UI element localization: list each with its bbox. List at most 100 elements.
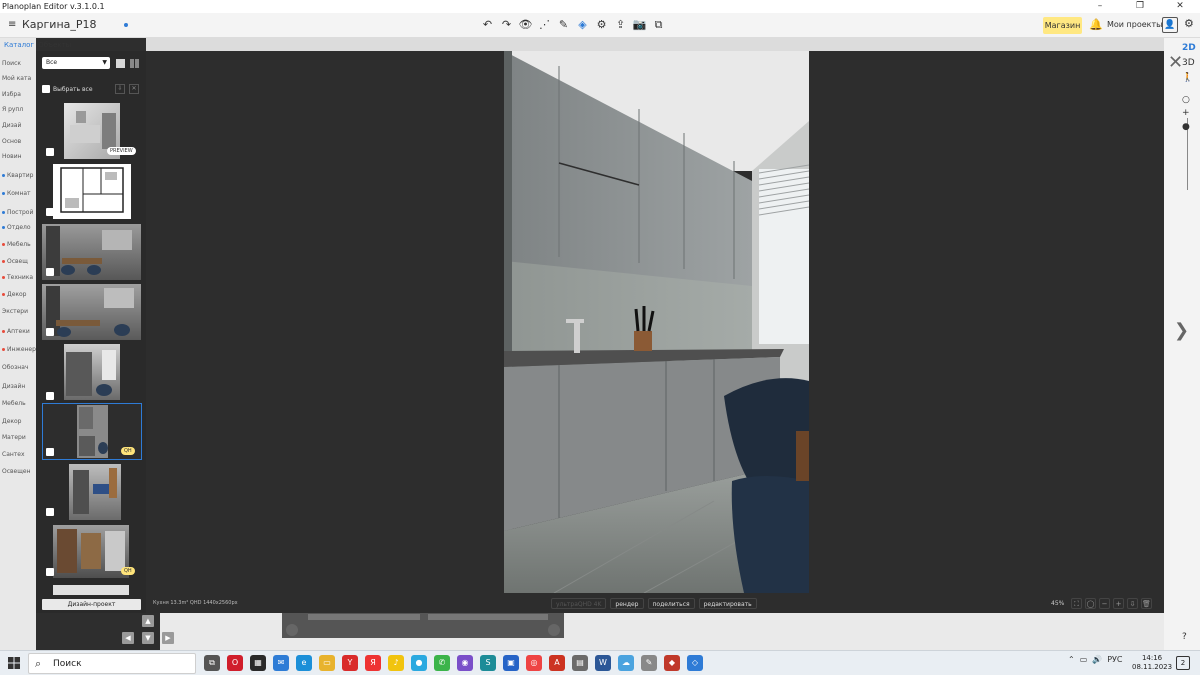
catalog-item[interactable]: Освещен xyxy=(2,468,36,475)
render-thumbnail[interactable] xyxy=(53,525,129,578)
nav-right-button[interactable]: ▶ xyxy=(162,632,174,644)
catalog-item[interactable]: Аптеки xyxy=(2,328,36,335)
yandex-icon[interactable]: Я xyxy=(365,655,381,671)
help-icon[interactable]: ? xyxy=(1182,632,1187,642)
my-projects-link[interactable]: Мои проекты xyxy=(1107,20,1162,29)
render-thumbnail[interactable] xyxy=(42,224,141,280)
render-thumbnail[interactable] xyxy=(69,464,121,520)
zoom-in-icon[interactable]: + xyxy=(1113,598,1124,609)
walk-mode-icon[interactable]: 🚶 xyxy=(1182,73,1193,83)
word-icon[interactable]: W xyxy=(595,655,611,671)
maximize-button[interactable]: ❐ xyxy=(1120,0,1160,13)
catalog-item[interactable]: Декор xyxy=(2,291,36,298)
download-icon[interactable]: ⇩ xyxy=(115,84,125,94)
list-view-icon[interactable] xyxy=(116,59,125,68)
language-indicator[interactable]: РУС xyxy=(1107,655,1122,664)
paint-icon[interactable]: ✎ xyxy=(641,655,657,671)
thumbnail-checkbox[interactable] xyxy=(46,268,54,276)
minimize-button[interactable]: – xyxy=(1080,0,1120,13)
catalog-item[interactable]: Поиск xyxy=(2,60,36,67)
thumbnail-checkbox[interactable] xyxy=(46,148,54,156)
catalog-item[interactable]: Матери xyxy=(2,434,36,441)
settings-icon[interactable]: ⚙ xyxy=(1184,17,1194,30)
grid-view-icon[interactable] xyxy=(130,59,139,68)
next-image-icon[interactable]: ❯ xyxy=(1174,320,1189,341)
tray-chevron-icon[interactable]: ⌃ xyxy=(1068,655,1075,664)
nav-left-button[interactable]: ◀ xyxy=(122,632,134,644)
edge-icon[interactable]: e xyxy=(296,655,312,671)
filter-select[interactable]: Все ▼ xyxy=(42,57,110,69)
nav-up-button[interactable]: ▲ xyxy=(142,615,154,627)
taskbar-clock[interactable]: 14:16 08.11.2023 xyxy=(1132,654,1172,672)
whatsapp-icon[interactable]: ✆ xyxy=(434,655,450,671)
windows-start-icon[interactable] xyxy=(8,657,20,669)
folder-icon[interactable]: ▭ xyxy=(319,655,335,671)
catalog-item[interactable]: Декор xyxy=(2,418,36,425)
mode-3d-button[interactable]: 3D xyxy=(1182,58,1195,68)
hamburger-menu-icon[interactable]: ≡ xyxy=(8,20,18,30)
volume-icon[interactable]: 🔊 xyxy=(1092,655,1102,664)
render-thumbnail[interactable] xyxy=(53,164,131,219)
thumbnail-checkbox[interactable] xyxy=(46,392,54,400)
close-window-button[interactable]: ✕ xyxy=(1160,0,1200,13)
chrome-icon[interactable]: ◎ xyxy=(526,655,542,671)
reset-zoom-icon[interactable]: ◯ xyxy=(1085,598,1096,609)
network-icon[interactable]: ▭ xyxy=(1080,655,1088,664)
thumbnail-checkbox[interactable] xyxy=(46,208,54,216)
upscale-button[interactable]: ультраQHD 4K xyxy=(551,598,607,609)
eye-icon[interactable]: 👁 xyxy=(518,17,533,33)
catalog-item[interactable]: Обознач xyxy=(2,364,36,371)
catalog-item[interactable]: Мебель xyxy=(2,400,36,407)
catalog-item[interactable]: Экстери xyxy=(2,308,36,315)
gallery-icon[interactable]: ⧉ xyxy=(651,17,666,33)
bell-icon[interactable]: 🔔 xyxy=(1089,18,1103,31)
catalog-item[interactable]: Инженер xyxy=(2,346,36,353)
catalog-item[interactable]: Новин xyxy=(2,153,36,160)
mode-2d-button[interactable]: 2D xyxy=(1182,43,1196,53)
messenger-icon[interactable]: ◉ xyxy=(457,655,473,671)
light-icon[interactable]: ⚙ xyxy=(594,17,609,33)
notification-center-icon[interactable]: 2 xyxy=(1176,656,1190,670)
share-button[interactable]: поделиться xyxy=(647,598,695,609)
store-icon[interactable]: ▦ xyxy=(250,655,266,671)
pdf-icon[interactable]: A xyxy=(549,655,565,671)
delete-icon[interactable]: ✕ xyxy=(129,84,139,94)
catalog-item[interactable]: Сантех xyxy=(2,451,36,458)
fit-screen-icon[interactable]: ⛶ xyxy=(1071,598,1082,609)
render-thumbnail[interactable] xyxy=(64,344,120,400)
catalog-item[interactable]: Комнат xyxy=(2,190,36,197)
close-viewer-icon[interactable]: ✕ xyxy=(1168,52,1183,73)
design-project-button[interactable]: Дизайн-проект xyxy=(42,599,141,610)
select-all[interactable]: Выбрать все xyxy=(42,85,93,93)
render-thumbnail[interactable] xyxy=(53,585,129,595)
app-icon[interactable]: ▣ xyxy=(503,655,519,671)
nav-down-button[interactable]: ▼ xyxy=(142,632,154,644)
yandex-browser-icon[interactable]: Y xyxy=(342,655,358,671)
rotate-icon[interactable]: ○ xyxy=(1182,95,1190,105)
download-icon[interactable]: ⇩ xyxy=(1127,598,1138,609)
render-button[interactable]: рендер xyxy=(610,598,644,609)
cloud-icon[interactable]: ☁ xyxy=(618,655,634,671)
catalog-item[interactable]: Мебель xyxy=(2,241,36,248)
share-icon[interactable]: ⇪ xyxy=(613,17,628,33)
render-thumbnail[interactable] xyxy=(42,284,141,340)
thumbnail-checkbox[interactable] xyxy=(46,448,54,456)
camera-icon[interactable]: 📷 xyxy=(632,17,647,33)
catalog-item[interactable]: Дизайн xyxy=(2,383,36,390)
tab-objects[interactable]: Объекты xyxy=(38,41,71,49)
catalog-item[interactable]: Квартир xyxy=(2,172,36,179)
photo-editor-icon[interactable]: ◆ xyxy=(664,655,680,671)
thumbnail-checkbox[interactable] xyxy=(46,328,54,336)
magnet-icon[interactable]: ◈ xyxy=(575,17,590,33)
yandex-music-icon[interactable]: ♪ xyxy=(388,655,404,671)
taskbar-search[interactable]: ⌕ Поиск xyxy=(28,653,196,674)
redo-icon[interactable]: ↷ xyxy=(499,17,514,33)
catalog-item[interactable]: Я рупл xyxy=(2,106,36,113)
drop-icon[interactable]: ● xyxy=(411,655,427,671)
catalog-item[interactable]: Освещ xyxy=(2,258,36,265)
opera-icon[interactable]: O xyxy=(227,655,243,671)
undo-icon[interactable]: ↶ xyxy=(480,17,495,33)
catalog-item[interactable]: Построй xyxy=(2,209,36,216)
catalog-item[interactable]: Техника xyxy=(2,274,36,281)
measure-icon[interactable]: ⋰ xyxy=(537,17,552,33)
